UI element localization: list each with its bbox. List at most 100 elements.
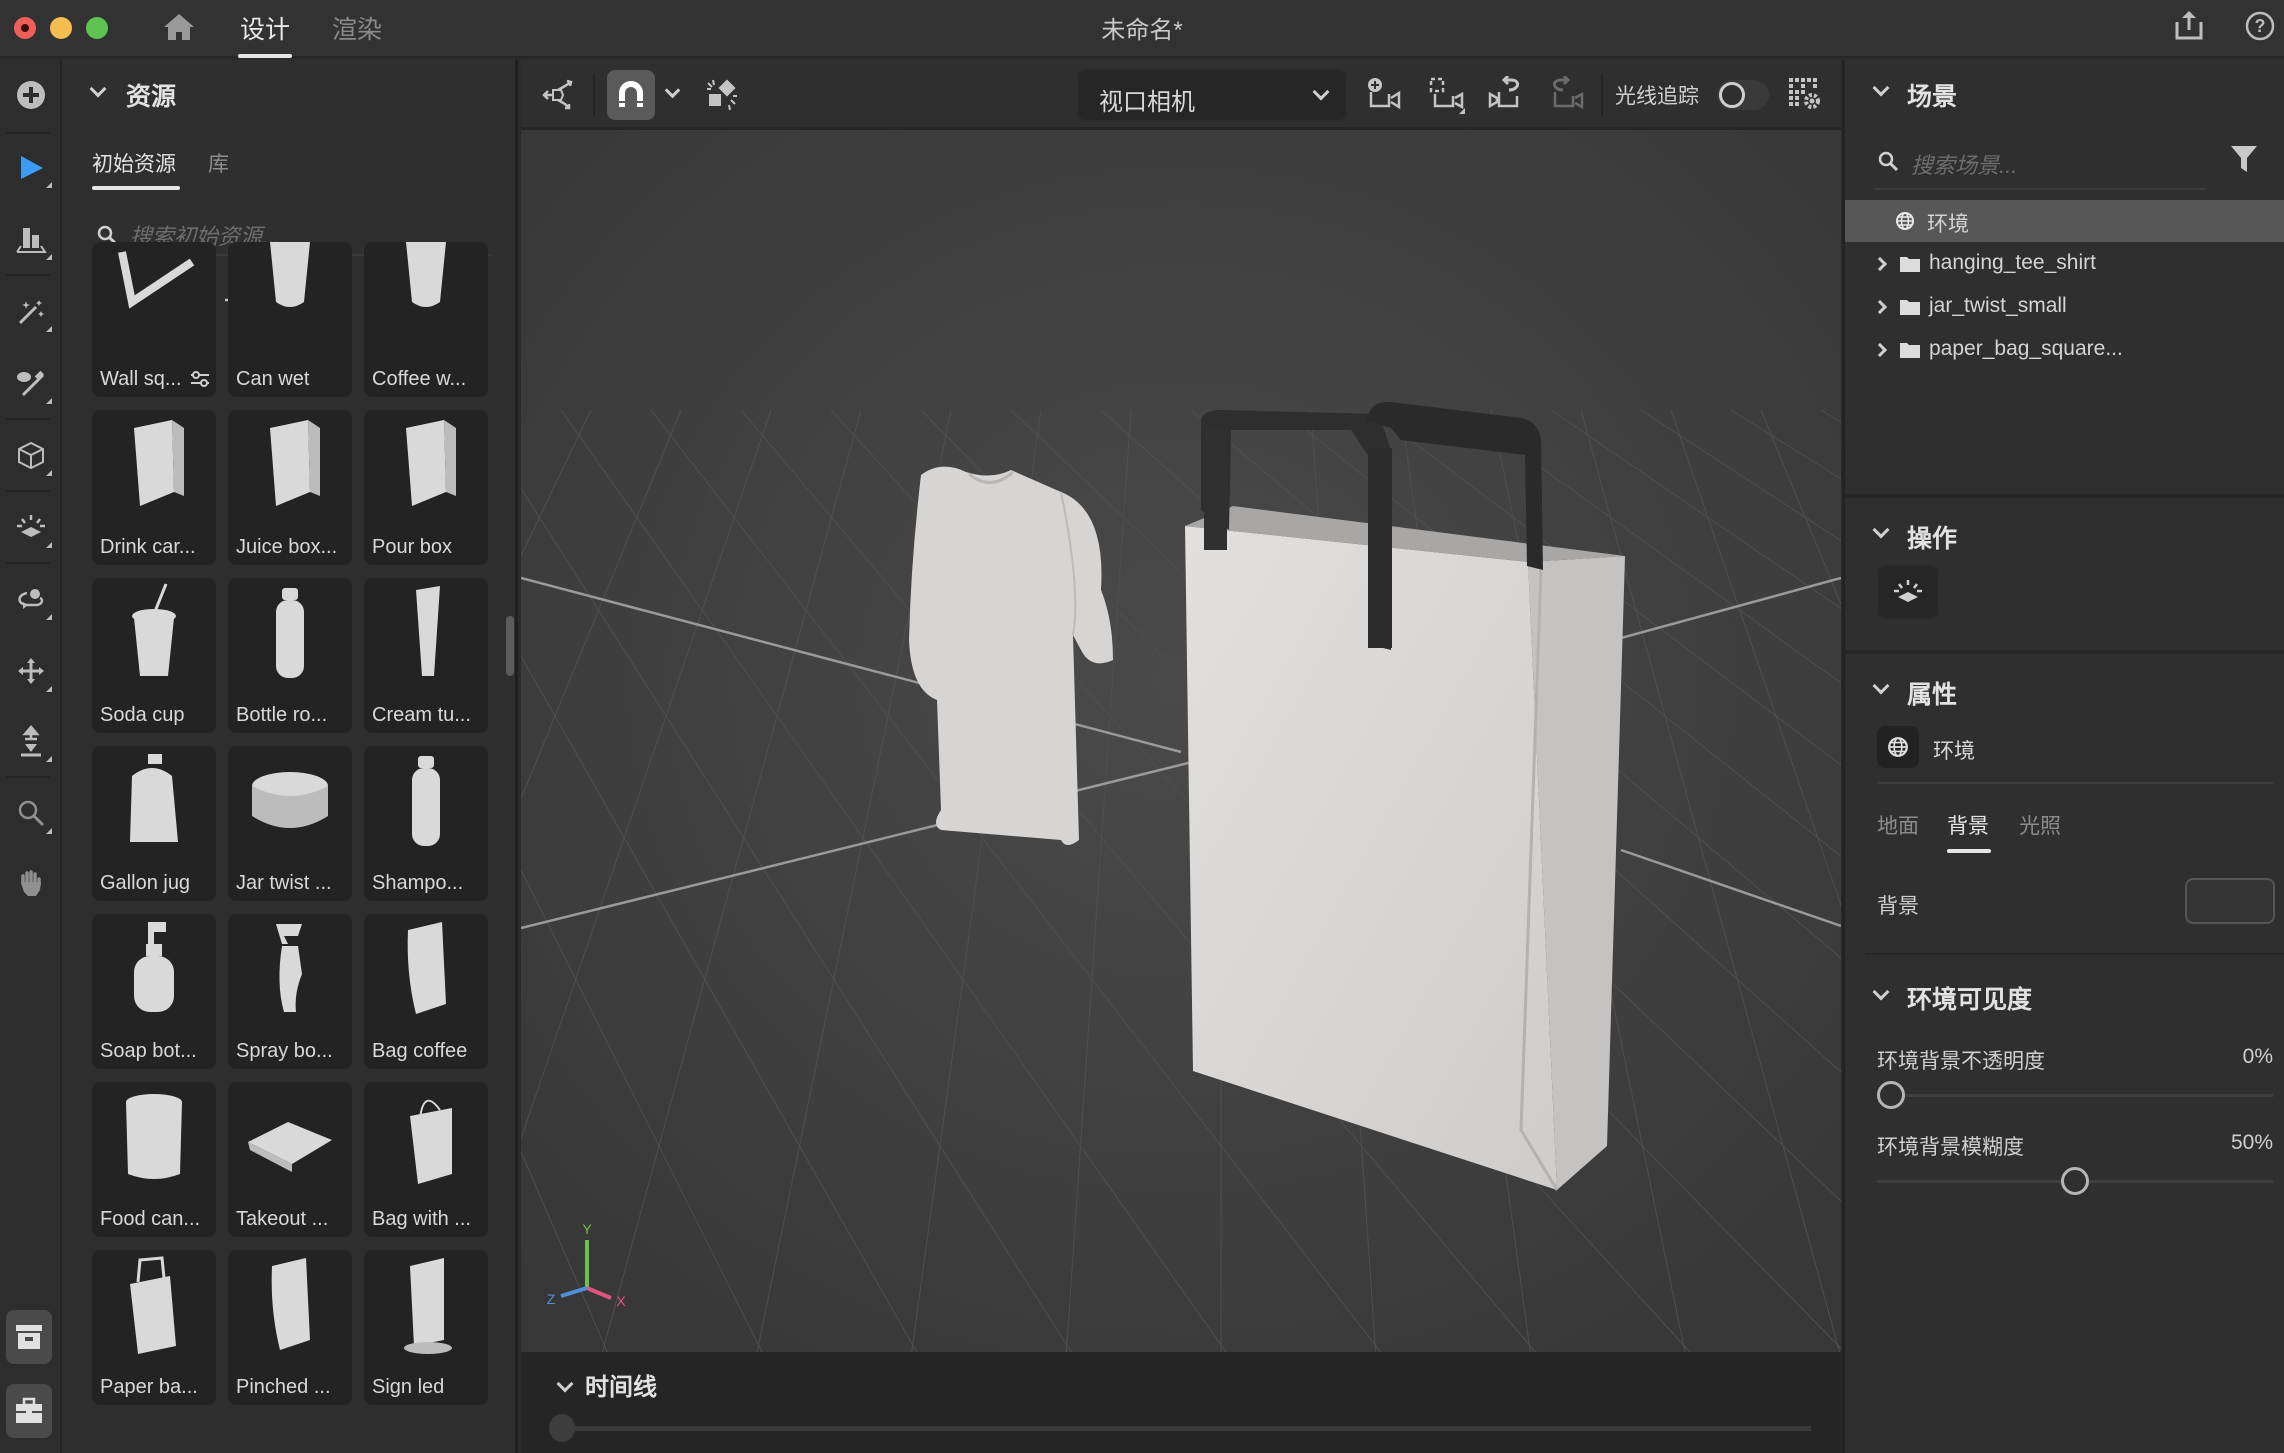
hand-tool-button[interactable] — [8, 860, 54, 906]
select-arrow-icon — [21, 156, 43, 179]
globe-icon — [1888, 737, 1908, 757]
asset-card[interactable]: Coffee w... — [364, 242, 488, 397]
collapse-timeline-chevron-icon[interactable] — [556, 1375, 574, 1393]
tab-starter-assets[interactable]: 初始资源 — [92, 148, 176, 178]
asset-card[interactable]: Soap bot... — [92, 914, 216, 1069]
ground-light-action-button[interactable] — [1877, 564, 1939, 620]
opacity-slider-track[interactable] — [1877, 1094, 2273, 1097]
collapse-env-visibility-chevron-icon[interactable] — [1872, 983, 1890, 1001]
home-button[interactable] — [162, 12, 196, 42]
asset-card[interactable]: Bag with ... — [364, 1082, 488, 1237]
tab-active-indicator — [1947, 849, 1991, 853]
asset-card[interactable]: Bottle ro... — [228, 578, 352, 733]
tool-submenu-indicator — [46, 756, 52, 762]
tab-design[interactable]: 设计 — [240, 10, 290, 46]
opacity-slider-thumb[interactable] — [1877, 1081, 1905, 1109]
archive-button[interactable] — [6, 1310, 52, 1364]
asset-card[interactable]: Paper ba... — [92, 1250, 216, 1405]
asset-card[interactable]: Sign led — [364, 1250, 488, 1405]
blur-slider-thumb[interactable] — [2061, 1167, 2089, 1195]
tab-render[interactable]: 渲染 — [332, 10, 382, 46]
orbit-tool-button[interactable] — [8, 576, 54, 622]
tool-submenu-indicator — [46, 254, 52, 260]
background-color-swatch[interactable] — [2185, 878, 2275, 924]
maximize-window-button[interactable] — [86, 17, 108, 39]
snap-toggle-button[interactable] — [607, 70, 655, 120]
move-icon — [18, 658, 44, 684]
toolbox-button[interactable] — [6, 1384, 52, 1438]
magic-wand-tool-button[interactable] — [8, 288, 54, 334]
asset-card[interactable]: Shampo... — [364, 746, 488, 901]
scene-item-jar-twist-small[interactable]: jar_twist_small — [1845, 286, 2284, 328]
camera-select[interactable]: 视口相机 — [1077, 68, 1347, 122]
undo-camera-button[interactable] — [1487, 76, 1525, 112]
dolly-tool-button[interactable] — [8, 718, 54, 764]
asset-thumbnail — [92, 1250, 216, 1368]
expand-chevron-icon[interactable] — [1872, 342, 1888, 358]
asset-card[interactable]: Wall sq... — [92, 242, 216, 397]
tab-background[interactable]: 背景 — [1947, 810, 1989, 840]
divider — [1877, 782, 2273, 784]
asset-card[interactable]: Juice box... — [228, 410, 352, 565]
share-button[interactable] — [2172, 8, 2206, 42]
select-tool-button[interactable] — [8, 144, 54, 190]
scene-search-field[interactable]: 搜索场景... — [1875, 136, 2205, 190]
asset-card[interactable]: Jar twist ... — [228, 746, 352, 901]
drop-to-ground-button[interactable] — [705, 78, 739, 112]
asset-card[interactable]: Drink car... — [92, 410, 216, 565]
asset-card[interactable]: Soda cup — [92, 578, 216, 733]
close-window-button[interactable] — [14, 17, 36, 39]
fit-camera-button[interactable] — [1427, 76, 1467, 116]
collapse-assets-chevron-icon[interactable] — [89, 80, 107, 98]
asset-card[interactable]: Food can... — [92, 1082, 216, 1237]
collapse-actions-chevron-icon[interactable] — [1872, 521, 1890, 539]
asset-card[interactable]: Pinched ... — [228, 1250, 352, 1405]
asset-label: Soap bot... — [100, 1040, 197, 1062]
transform-button[interactable] — [541, 78, 575, 112]
asset-label: Paper ba... — [100, 1376, 198, 1398]
collapse-scene-chevron-icon[interactable] — [1872, 79, 1890, 97]
asset-card[interactable]: Cream tu... — [364, 578, 488, 733]
add-tool-button[interactable] — [8, 72, 54, 118]
3d-viewport[interactable]: Y X Z — [521, 130, 1841, 1352]
asset-card[interactable]: Spray bo... — [228, 914, 352, 1069]
assets-scrollbar[interactable] — [506, 616, 514, 676]
raytrace-label: 光线追踪 — [1615, 85, 1699, 108]
snap-options-dropdown[interactable] — [664, 82, 681, 99]
timeline-playhead[interactable] — [549, 1414, 575, 1442]
collapse-properties-chevron-icon[interactable] — [1872, 677, 1890, 695]
snap-magnet-icon — [619, 81, 643, 107]
lighting-tool-button[interactable] — [8, 504, 54, 550]
tool-separator — [6, 132, 50, 134]
asset-card[interactable]: Pour box — [364, 410, 488, 565]
expand-chevron-icon[interactable] — [1872, 256, 1888, 272]
asset-settings-icon[interactable] — [190, 371, 210, 387]
object-tool-button[interactable] — [8, 432, 54, 478]
render-settings-button[interactable] — [1787, 76, 1823, 112]
tab-lighting[interactable]: 光照 — [2019, 810, 2061, 840]
scene-item-hanging-tee-shirt[interactable]: hanging_tee_shirt — [1845, 243, 2284, 285]
align-icon — [16, 228, 47, 253]
timeline-track[interactable] — [561, 1426, 1811, 1431]
help-button[interactable]: ? — [2244, 10, 2276, 42]
pan-tool-button[interactable] — [8, 648, 54, 694]
timeline-title: 时间线 — [585, 1374, 657, 1401]
tab-library[interactable]: 库 — [208, 148, 229, 178]
scene-filter-button[interactable] — [2229, 142, 2259, 174]
scene-item-paper-bag-square[interactable]: paper_bag_square... — [1845, 329, 2284, 371]
align-tool-button[interactable] — [8, 216, 54, 262]
folder-icon — [1900, 343, 1920, 358]
zoom-tool-button[interactable] — [8, 790, 54, 836]
asset-card[interactable]: Can wet — [228, 242, 352, 397]
asset-card[interactable]: Takeout ... — [228, 1082, 352, 1237]
tab-ground[interactable]: 地面 — [1877, 810, 1919, 840]
add-camera-button[interactable] — [1365, 76, 1403, 112]
expand-chevron-icon[interactable] — [1872, 299, 1888, 315]
asset-card[interactable]: Bag coffee — [364, 914, 488, 1069]
raytrace-toggle[interactable] — [1717, 80, 1769, 110]
sample-tool-button[interactable] — [8, 360, 54, 406]
asset-card[interactable]: Gallon jug — [92, 746, 216, 901]
minimize-window-button[interactable] — [50, 17, 72, 39]
archive-icon — [16, 1325, 42, 1349]
scene-item-environment[interactable]: 环境 — [1845, 200, 2284, 242]
